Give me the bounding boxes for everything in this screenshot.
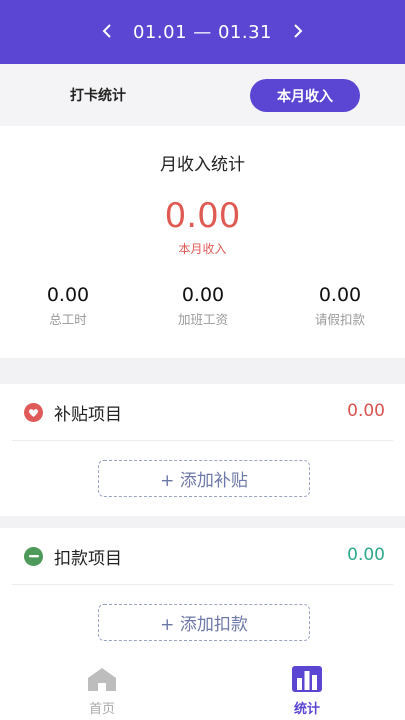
stat-overtime-pay: 0.00 加班工资 [148, 284, 258, 328]
summary-title: 月收入统计 [160, 155, 245, 175]
date-range-label[interactable]: 01.01 — 01.31 [133, 22, 272, 43]
deduction-header-row: 扣款项目 0.00 [0, 528, 405, 584]
deduction-amount: 0.00 [347, 545, 385, 565]
add-allowance-button[interactable]: + 添加补贴 [98, 460, 310, 497]
monthly-income-label: 本月收入 [178, 242, 227, 256]
chevron-right-icon[interactable] [286, 22, 310, 43]
stat-leave-deduction: 0.00 请假扣款 [285, 284, 395, 328]
nav-item-stats[interactable]: 统计 [267, 666, 347, 717]
deduction-section: 扣款项目 0.00 + 添加扣款 [0, 528, 405, 660]
date-range-header: 01.01 — 01.31 [0, 0, 405, 64]
stats-tabs: 打卡统计 本月收入 [0, 64, 405, 126]
bar-chart-icon [290, 666, 324, 696]
stat-label: 加班工资 [177, 312, 228, 327]
divider [12, 440, 393, 441]
monthly-income-value: 0.00 [164, 196, 241, 236]
divider [12, 584, 393, 585]
tab-punch-stats[interactable]: 打卡统计 [70, 85, 126, 105]
allowance-amount: 0.00 [347, 401, 385, 421]
minus-icon [24, 547, 43, 566]
chevron-left-icon[interactable] [95, 22, 119, 43]
nav-label-stats: 统计 [293, 702, 320, 717]
stat-value: 0.00 [181, 284, 225, 306]
add-deduction-button[interactable]: + 添加扣款 [98, 604, 310, 641]
stat-label: 总工时 [49, 312, 87, 327]
stat-total-hours: 0.00 总工时 [13, 284, 123, 328]
stat-value: 0.00 [46, 284, 90, 306]
income-summary-card: 月收入统计 0.00 本月收入 0.00 总工时 0.00 加班工资 0.00 … [0, 126, 405, 358]
bottom-nav: 首页 统计 [0, 660, 405, 720]
tab-monthly-income[interactable]: 本月收入 [250, 79, 360, 112]
allowance-section: 补贴项目 0.00 + 添加补贴 [0, 384, 405, 516]
stat-label: 请假扣款 [314, 312, 365, 327]
heart-icon [24, 403, 43, 422]
home-icon [85, 668, 119, 696]
allowance-header-row: 补贴项目 0.00 [0, 384, 405, 440]
nav-item-home[interactable]: 首页 [62, 666, 142, 717]
allowance-title: 补贴项目 [54, 405, 122, 425]
nav-label-home: 首页 [88, 702, 115, 717]
deduction-title: 扣款项目 [54, 549, 122, 569]
stat-value: 0.00 [318, 284, 362, 306]
